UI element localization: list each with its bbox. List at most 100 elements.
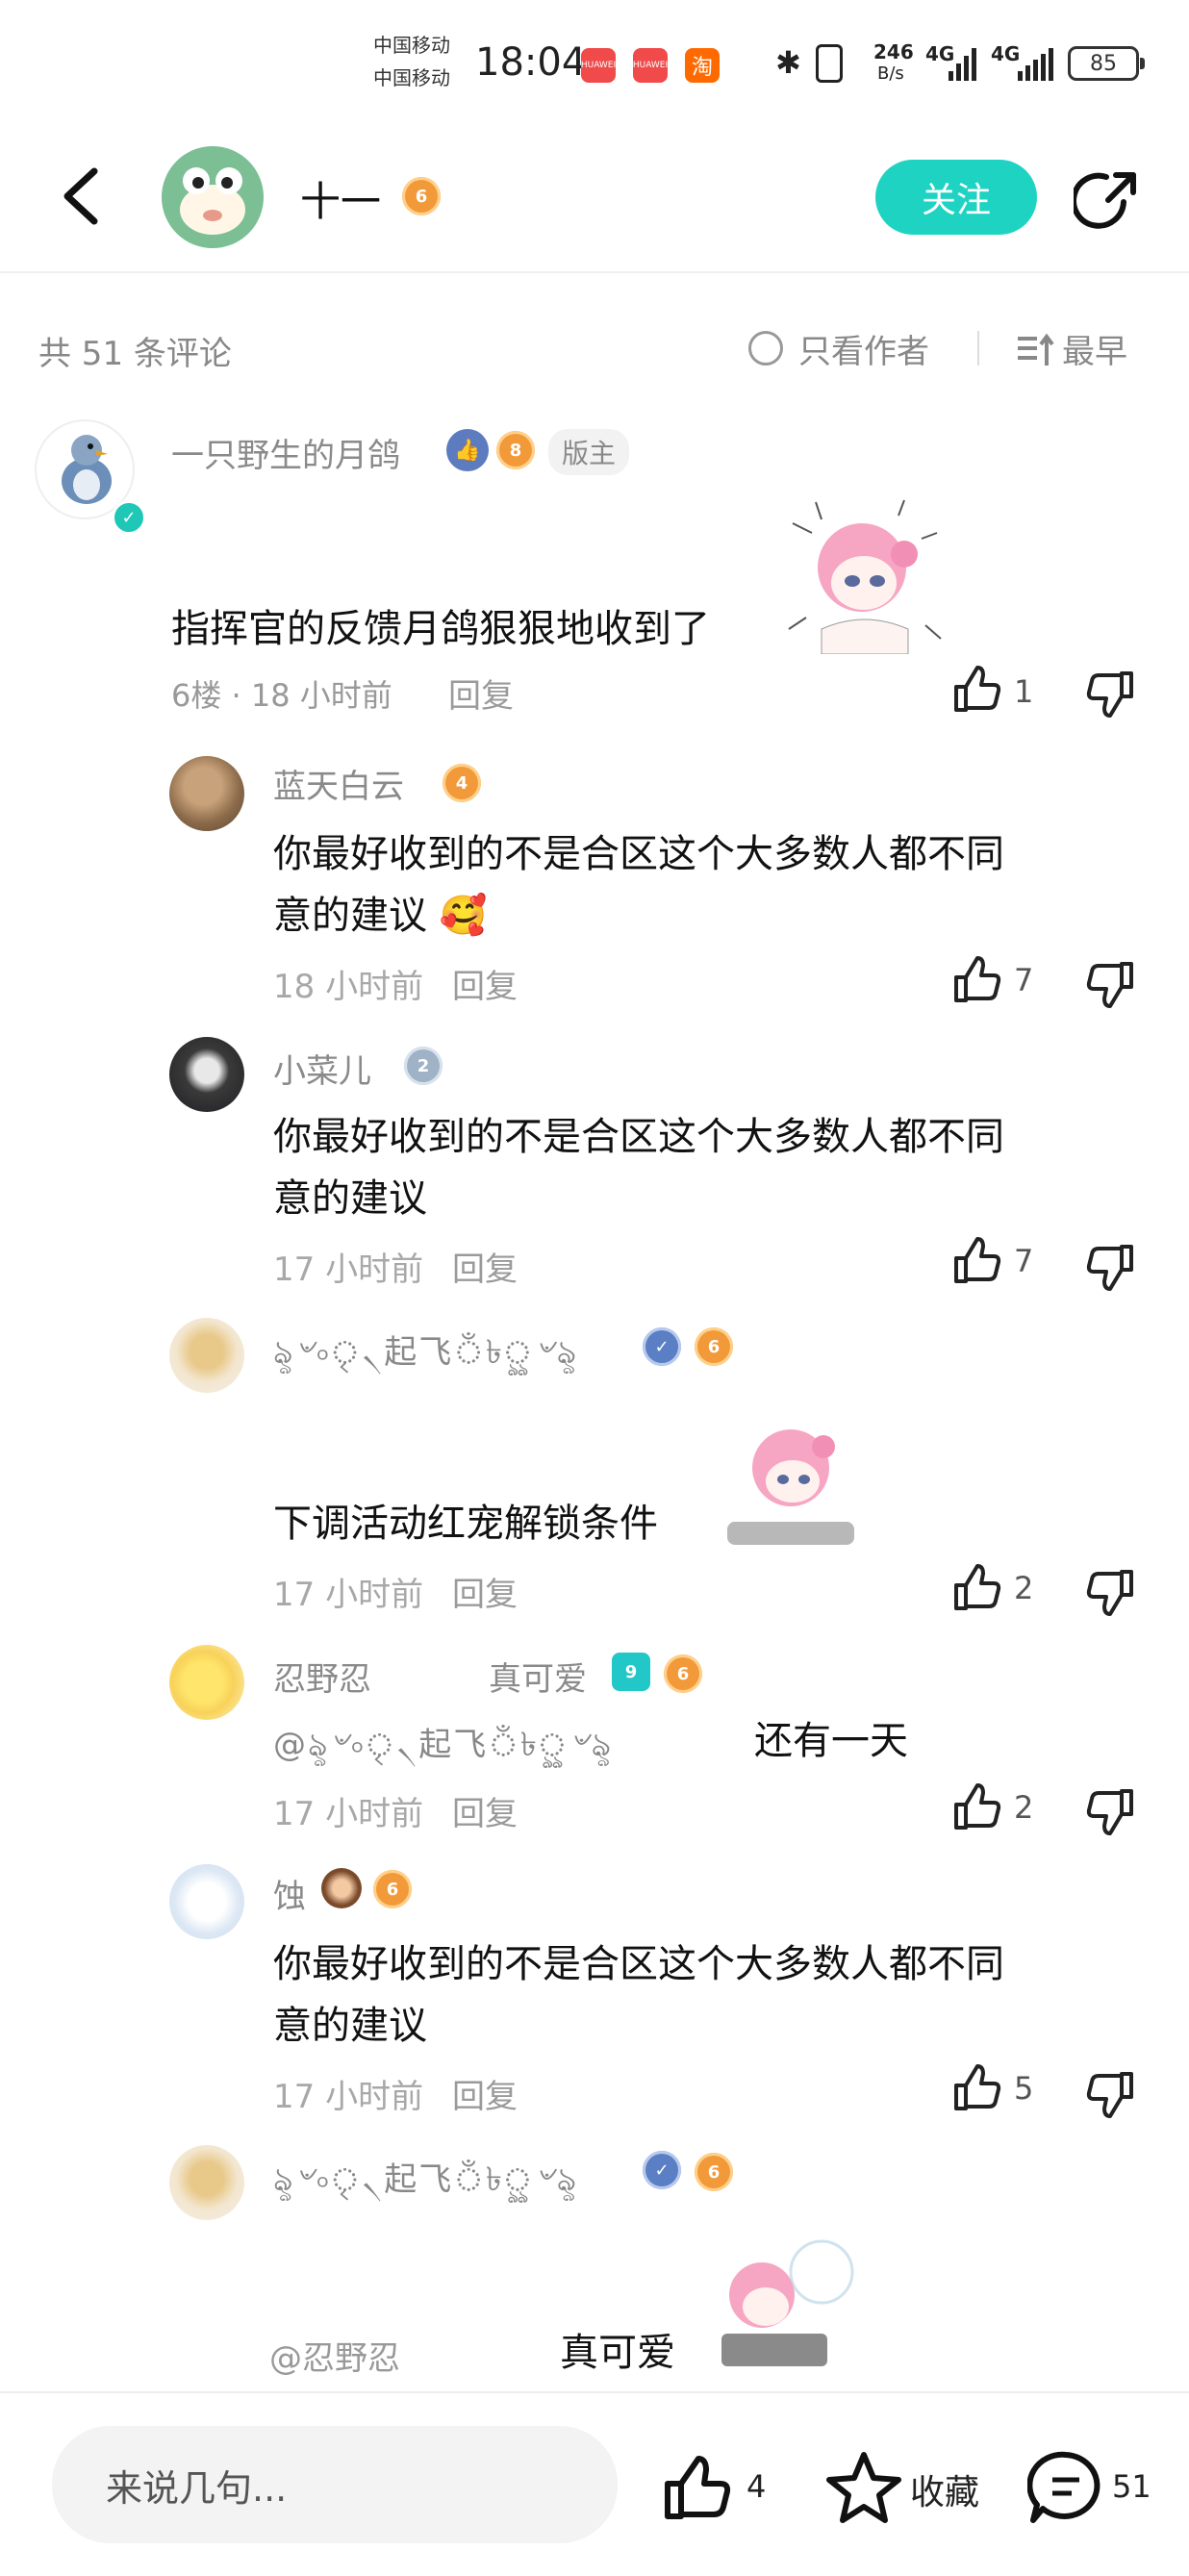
reply-time: 17 小时前 xyxy=(273,1576,424,1614)
reply-level-value: 6 xyxy=(707,1336,721,1357)
like-icon[interactable] xyxy=(950,1562,1002,1614)
mention-link[interactable]: @ৡ৺৹ৃ৲起飞ঁ৳ৣ৺ৡ xyxy=(273,1718,613,1775)
comment-count-bottom: 51 xyxy=(1112,2468,1151,2505)
reply-level-badge: 6 xyxy=(664,1654,702,1693)
author-only-filter[interactable]: 只看作者 xyxy=(798,325,929,372)
reply-button[interactable]: 回复 xyxy=(452,960,518,1007)
badge-icon: ✓ xyxy=(643,1327,681,1366)
comment-count: 共 51 条评论 xyxy=(38,335,232,373)
filter-divider xyxy=(977,331,979,366)
reply-avatar[interactable] xyxy=(169,1318,244,1393)
signal-icon-2 xyxy=(1018,48,1053,81)
battery-level: 85 xyxy=(1090,51,1117,76)
like-count: 2 xyxy=(1014,1789,1034,1826)
reply-avatar[interactable] xyxy=(169,756,244,831)
carrier-1: 中国移动 xyxy=(373,34,450,57)
dislike-icon[interactable] xyxy=(1085,1241,1137,1293)
reply-username[interactable]: 蚀 xyxy=(273,1870,306,1917)
reply-avatar[interactable] xyxy=(169,1864,244,1939)
reply-username[interactable]: ৡ৺৹ৃ৲起飞ঁ৳ৣ৺ৡ xyxy=(273,1326,578,1382)
badge-icon: ✓ xyxy=(643,2151,681,2189)
like-count: 7 xyxy=(1014,962,1034,998)
like-count: 5 xyxy=(1014,2070,1034,2107)
reply-avatar[interactable] xyxy=(169,1645,244,1720)
commenter-name[interactable]: 一只野生的月鸽 xyxy=(171,429,400,476)
anime-girl-sticker xyxy=(721,2239,854,2366)
reply-username[interactable]: ৡ৺৹ৃ৲起飞ঁ৳ৣ৺ৡ xyxy=(273,2153,578,2210)
reply-avatar[interactable] xyxy=(169,2145,244,2220)
huawei-app-icon-2: HUAWEI xyxy=(633,48,668,83)
reply-text-2: 意的建议 🥰 xyxy=(273,885,488,947)
sort-option[interactable]: 最早 xyxy=(1062,325,1127,372)
character-badge-icon xyxy=(321,1868,362,1908)
reply-username[interactable]: 小菜儿 xyxy=(273,1045,371,1092)
reply-level-value: 6 xyxy=(386,1879,399,1900)
signal-label-2: 4G xyxy=(991,42,1021,65)
reply-username-extra: 真可爱 xyxy=(489,1660,587,1699)
star-icon[interactable] xyxy=(825,2449,902,2526)
dislike-icon[interactable] xyxy=(1085,1566,1137,1618)
reply-button[interactable]: 回复 xyxy=(452,1243,518,1290)
post-like-count: 4 xyxy=(746,2468,767,2505)
reply-level-badge: 6 xyxy=(695,2153,733,2191)
mention-link[interactable]: @忍野忍 xyxy=(269,2332,400,2379)
reply-level-value: 6 xyxy=(707,2161,721,2183)
like-icon[interactable] xyxy=(950,2062,1002,2114)
reply-text: 下调活动红宠解锁条件 xyxy=(273,1502,658,1546)
reply-text-2: 意的建议 xyxy=(273,2004,427,2048)
reply-time: 17 小时前 xyxy=(273,2078,424,2116)
back-arrow-icon[interactable] xyxy=(58,165,104,227)
share-icon[interactable] xyxy=(1074,167,1141,235)
reply-button[interactable]: 回复 xyxy=(448,669,514,717)
reply-text-2-content: 意的建议 xyxy=(273,894,427,938)
reply-text: 你最好收到的不是合区这个大多数人都不同 xyxy=(273,1942,1004,1986)
sort-icon[interactable] xyxy=(1016,333,1054,367)
comment-meta: 6楼 · 18 小时前 xyxy=(171,677,392,714)
author-only-radio[interactable] xyxy=(748,331,783,366)
reply-time: 18 小时前 xyxy=(273,968,424,1006)
thumbs-badge-icon: 👍 xyxy=(446,429,489,471)
bluetooth-icon: ✱ xyxy=(775,44,801,81)
taobao-app-icon: 淘 xyxy=(685,48,720,83)
comment-bubble-icon[interactable] xyxy=(1027,2449,1104,2526)
like-count: 2 xyxy=(1014,1570,1034,1606)
author-level-value: 6 xyxy=(415,186,428,207)
battery-indicator: 85 xyxy=(1068,46,1145,81)
reply-text: 真可爱 xyxy=(560,2331,675,2375)
collect-label[interactable]: 收藏 xyxy=(910,2464,979,2514)
like-post-icon[interactable] xyxy=(662,2453,733,2524)
dislike-icon[interactable] xyxy=(1085,668,1137,720)
reply-level-badge: 6 xyxy=(695,1327,733,1366)
anime-girl-sticker xyxy=(727,1429,854,1545)
dislike-icon[interactable] xyxy=(1085,2068,1137,2120)
author-avatar[interactable] xyxy=(162,146,264,248)
like-icon[interactable] xyxy=(950,954,1002,1006)
reply-avatar[interactable] xyxy=(169,1037,244,1112)
reply-time: 17 小时前 xyxy=(273,1795,424,1833)
comment-input[interactable]: 来说几句... xyxy=(52,2426,618,2543)
reply-level-value: 6 xyxy=(676,1663,690,1684)
comment-text: 指挥官的反馈月鸽狠狠地收到了 xyxy=(171,607,710,651)
like-icon[interactable] xyxy=(950,664,1002,716)
huawei-app-icon: HUAWEI xyxy=(581,48,616,83)
reply-username[interactable]: 蓝天白云 xyxy=(273,760,404,807)
reply-button[interactable]: 回复 xyxy=(452,1787,518,1834)
emoji-icon: 🥰 xyxy=(439,894,488,938)
vibrate-icon xyxy=(816,44,843,83)
reply-time: 17 小时前 xyxy=(273,1250,424,1289)
like-icon[interactable] xyxy=(950,1781,1002,1833)
reply-button[interactable]: 回复 xyxy=(452,1568,518,1615)
moderator-tag: 版主 xyxy=(548,429,630,475)
commenter-level-badge: 8 xyxy=(496,431,535,469)
reply-username[interactable]: 忍野忍 xyxy=(273,1653,371,1700)
like-icon[interactable] xyxy=(950,1235,1002,1287)
reply-level-badge: 4 xyxy=(443,764,481,802)
follow-button[interactable]: 关注 xyxy=(875,160,1037,235)
reply-level-badge: 2 xyxy=(404,1047,443,1085)
author-name[interactable]: 十一 xyxy=(300,169,381,228)
dislike-icon[interactable] xyxy=(1085,1785,1137,1837)
reply-button[interactable]: 回复 xyxy=(452,2070,518,2117)
net-speed-unit: B/s xyxy=(877,63,904,84)
dislike-icon[interactable] xyxy=(1085,958,1137,1010)
reply-text: 还有一天 xyxy=(754,1719,908,1763)
